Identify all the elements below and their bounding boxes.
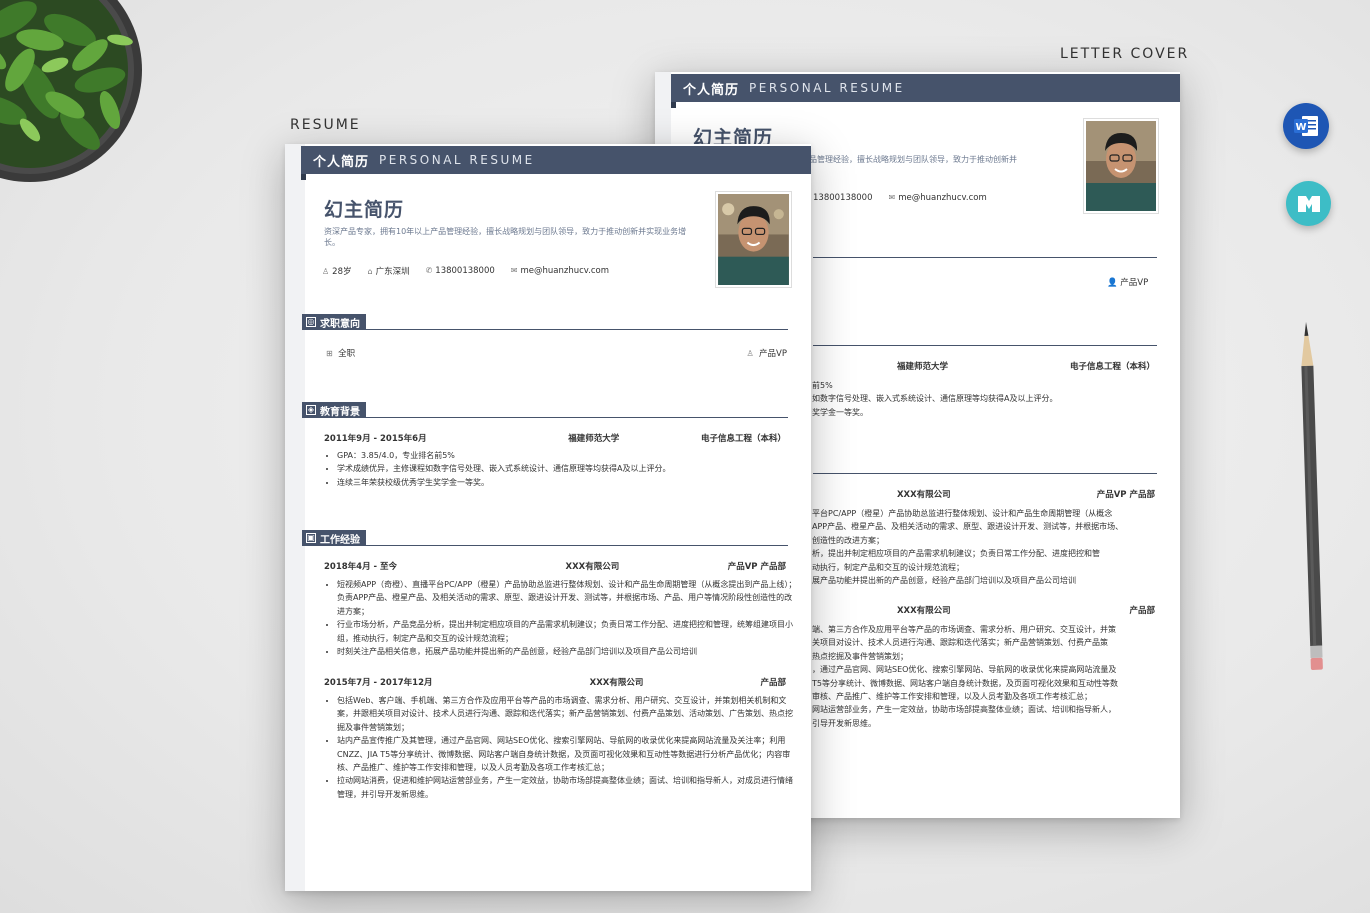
work-row-1: 2018年4月 - 至今 XXX有限公司 产品VP 产品部 <box>324 560 786 572</box>
resume-label: RESUME <box>290 117 361 133</box>
plant-decoration <box>0 0 142 182</box>
back-w2-role: 产品部 <box>1129 606 1155 616</box>
back-w2-company: XXX有限公司 <box>897 606 951 616</box>
grid-icon: ⊞ <box>326 349 333 358</box>
section-education: ◈ 教育背景 <box>302 402 788 418</box>
section-intent: ◎ 求职意向 <box>302 314 788 330</box>
work2-role: 产品部 <box>760 678 786 688</box>
email: me@huanzhucv.com <box>520 266 610 276</box>
section-work: ▣ 工作经验 <box>302 530 788 546</box>
back-contact: 13800138000 ✉ me@huanzhucv.com <box>813 193 987 203</box>
mail-icon: ✉ <box>888 193 896 202</box>
work1-company: XXX有限公司 <box>565 562 620 572</box>
notes-app-icon[interactable] <box>1286 181 1331 226</box>
back-w1-frags: 平台PC/APP（橙星）产品协助总监进行整体规划、设计和产品生命周期管理（从概念… <box>812 509 1124 586</box>
back-header-cn: 个人简历 <box>683 82 740 98</box>
back-w1-role: 产品VP 产品部 <box>1096 490 1155 500</box>
profile-photo <box>715 191 792 288</box>
list-item: 学术成绩优异，主修课程如数字信号处理、嵌入式系统设计、通信原理等均获得A及以上评… <box>337 462 797 475</box>
edu-major: 电子信息工程（本科） <box>700 434 786 444</box>
mail-icon: ✉ <box>510 266 518 275</box>
summary: 资深产品专家，拥有10年以上产品管理经验，擅长战略规划与团队领导，致力于推动创新… <box>324 227 687 247</box>
person-icon: ♙ <box>322 267 330 276</box>
list-item: 短视频APP（奇橙）、直播平台PC/APP（橙星）产品协助总监进行整体规划、设计… <box>337 578 799 618</box>
target-icon: ◎ <box>306 317 316 327</box>
front-resume-page: 个人简历 PERSONAL RESUME 幻主简历 资深产品专家，拥有10年以上… <box>285 144 811 891</box>
header-en: PERSONAL RESUME <box>379 153 535 167</box>
work2-list: 包括Web、客户端、手机端、第三方合作及应用平台等产品的市场调查、需求分析、用户… <box>324 694 799 801</box>
list-item: 包括Web、客户端、手机端、第三方合作及应用平台等产品的市场调查、需求分析、用户… <box>337 694 799 734</box>
list-item: GPA：3.85/4.0，专业排名前5% <box>337 449 797 462</box>
header-bar: 个人简历 PERSONAL RESUME <box>301 146 811 174</box>
phone-icon: ✆ <box>425 266 433 275</box>
briefcase-icon: ▣ <box>306 533 316 543</box>
list-item: 时刻关注产品相关信息，拓展产品功能并提出新的产品创意，经验产品部门培训以及项目产… <box>337 645 799 658</box>
education-row: 2011年9月 - 2015年6月 福建师范大学 电子信息工程（本科） <box>324 432 786 444</box>
pencil-decoration <box>1301 322 1323 670</box>
back-photo <box>1083 118 1159 214</box>
work2-period: 2015年7月 - 2017年12月 <box>324 678 433 688</box>
back-header-en: PERSONAL RESUME <box>749 81 905 95</box>
user-icon: ♙ <box>746 349 754 358</box>
name: 幻主简历 <box>324 199 405 221</box>
back-header-bar: 个人简历 PERSONAL RESUME <box>671 74 1180 102</box>
list-item: 行业市场分析，产品竞品分析，提出并制定相应项目的产品需求机制建议；负责日常工作分… <box>337 618 799 645</box>
age: 28岁 <box>332 267 352 277</box>
back-phone: 13800138000 <box>813 193 873 203</box>
location-icon: ⌂ <box>367 267 373 276</box>
work1-role: 产品VP 产品部 <box>727 562 786 572</box>
work-row-2: 2015年7月 - 2017年12月 XXX有限公司 产品部 <box>324 676 786 688</box>
back-intent-position: 👤 产品VP <box>1107 278 1149 288</box>
contact-row: ♙ 28岁 ⌂ 广东深圳 ✆ 13800138000 ✉ me@huanzhucv.co… <box>322 265 609 277</box>
back-email: me@huanzhucv.com <box>898 193 987 203</box>
svg-text:W: W <box>1295 122 1306 133</box>
list-item: 连续三年荣获校级优秀学生奖学金一等奖。 <box>337 476 797 489</box>
list-item: 拉动网站消费，促进和维护网站运营部业务，产生一定效益，协助市场部提高整体业绩；面… <box>337 774 799 801</box>
header-cn: 个人简历 <box>313 154 370 170</box>
work1-period: 2018年4月 - 至今 <box>324 562 398 572</box>
back-edu-frags: 前5% 如数字信号处理、嵌入式系统设计、通信原理等均获得A及以上评分。 奖学金一等奖… <box>812 381 1058 417</box>
back-summary: 品管理经验，擅长战略规划与团队领导，致力于推动创新并 <box>809 155 1017 164</box>
word-app-icon[interactable]: W <box>1283 103 1329 149</box>
graduation-cap-icon: ◈ <box>306 405 316 415</box>
intent-position: ♙ 产品VP <box>746 349 787 359</box>
education-list: GPA：3.85/4.0，专业排名前5% 学术成绩优异，主修课程如数字信号处理、… <box>324 449 797 489</box>
edu-school: 福建师范大学 <box>568 434 620 444</box>
city: 广东深圳 <box>375 267 410 277</box>
work2-company: XXX有限公司 <box>589 678 644 688</box>
back-edu-major: 电子信息工程（本科） <box>1069 362 1155 372</box>
back-w1-company: XXX有限公司 <box>897 490 951 500</box>
back-w2-frags: 端、第三方合作及应用平台等产品的市场调查、需求分析、用户研究、交互设计，并策 关项… <box>812 625 1118 728</box>
back-edu-school: 福建师范大学 <box>897 362 949 372</box>
list-item: 站内产品宣传推广及其管理，通过产品官网、网站SEO优化、搜索引擎网站、导航网的收… <box>337 734 799 774</box>
work1-list: 短视频APP（奇橙）、直播平台PC/APP（橙星）产品协助总监进行整体规划、设计… <box>324 578 799 658</box>
intent-type: ⊞ 全职 <box>326 349 356 359</box>
section-intent-title: 求职意向 <box>320 318 360 330</box>
phone: 13800138000 <box>435 266 495 276</box>
section-education-title: 教育背景 <box>320 406 360 418</box>
letter-cover-label: LETTER COVER <box>1060 46 1190 62</box>
edu-period: 2011年9月 - 2015年6月 <box>324 434 427 444</box>
section-work-title: 工作经验 <box>320 534 360 546</box>
